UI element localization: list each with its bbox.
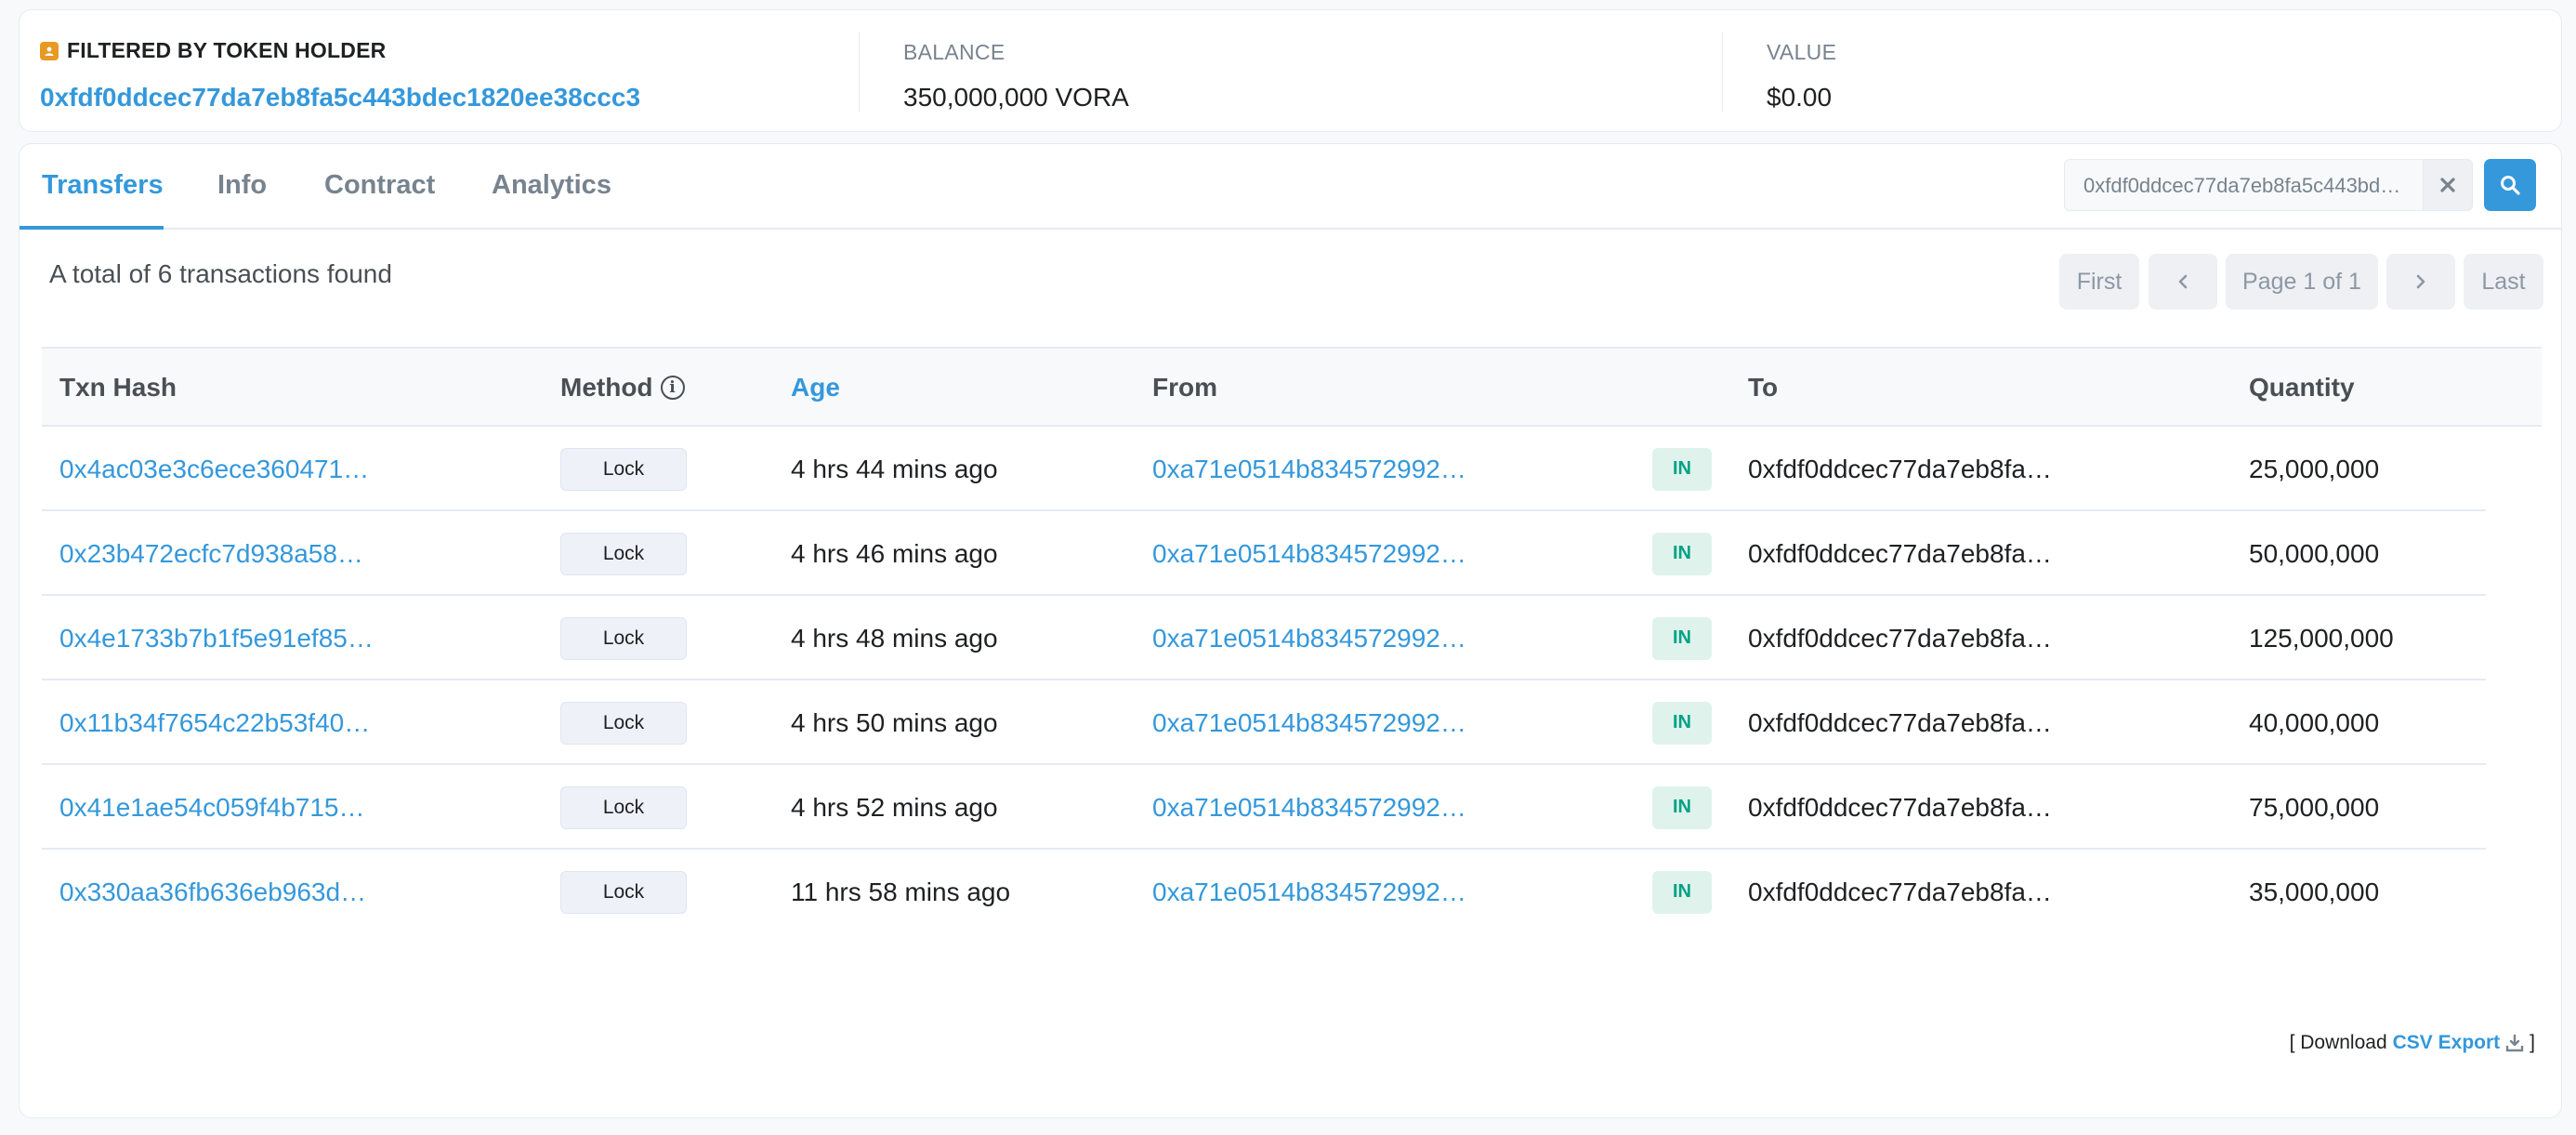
summary-divider xyxy=(859,33,860,112)
age-cell: 4 hrs 46 mins ago xyxy=(791,538,998,568)
quantity-cell: 50,000,000 xyxy=(2249,538,2380,568)
from-address-link[interactable]: 0xa71e0514b834572992… xyxy=(1152,793,1466,823)
header-quantity: Quantity xyxy=(2249,373,2355,402)
direction-badge: IN xyxy=(1652,701,1712,745)
from-address-link[interactable]: 0xa71e0514b834572992… xyxy=(1152,708,1466,738)
table-row: 0x23b472ecfc7d938a58… Lock 4 hrs 46 mins a… xyxy=(42,511,2486,596)
balance-column: BALANCE 350,000,000 VORA xyxy=(903,10,1740,131)
tab-info[interactable]: Info xyxy=(217,170,267,201)
header-age[interactable]: Age xyxy=(791,373,840,403)
chevron-left-icon xyxy=(2178,274,2188,289)
csv-export-link[interactable]: CSV Export xyxy=(2393,1032,2501,1054)
search-button[interactable] xyxy=(2484,159,2536,211)
quantity-cell: 125,000,000 xyxy=(2249,623,2394,653)
txn-hash-link[interactable]: 0x23b472ecfc7d938a58… xyxy=(59,539,363,569)
quantity-cell: 75,000,000 xyxy=(2249,792,2380,822)
tab-contract[interactable]: Contract xyxy=(324,170,435,201)
method-badge: Lock xyxy=(560,447,687,491)
csv-suffix: ] xyxy=(2530,1032,2535,1053)
info-icon[interactable]: i xyxy=(660,376,685,400)
table-header: Txn Hash Method i Age From To Quantity xyxy=(42,347,2542,427)
address-filter-input[interactable]: 0xfdf0ddcec77da7eb8fa5c443bdec1820ee38cc… xyxy=(2064,159,2423,211)
quantity-cell: 25,000,000 xyxy=(2249,454,2380,483)
to-address: 0xfdf0ddcec77da7eb8fa… xyxy=(1748,792,2052,822)
table-row: 0x41e1ae54c059f4b715… Lock 4 hrs 52 mins a… xyxy=(42,765,2486,850)
value-column: VALUE $0.00 xyxy=(1767,10,2510,131)
method-badge: Lock xyxy=(560,532,687,575)
age-cell: 4 hrs 50 mins ago xyxy=(791,707,998,737)
txn-hash-link[interactable]: 0x4e1733b7b1f5e91ef85… xyxy=(59,624,374,653)
to-address: 0xfdf0ddcec77da7eb8fa… xyxy=(1748,877,2052,906)
from-address-link[interactable]: 0xa71e0514b834572992… xyxy=(1152,624,1466,653)
value-label: VALUE xyxy=(1767,40,1837,64)
header-from: From xyxy=(1152,373,1217,402)
balance-value: 350,000,000 VORA xyxy=(903,83,1129,112)
next-page-button[interactable] xyxy=(2386,254,2455,310)
table-row: 0x4e1733b7b1f5e91ef85… Lock 4 hrs 48 mins … xyxy=(42,596,2486,680)
method-badge: Lock xyxy=(560,701,687,745)
address-filter-group: 0xfdf0ddcec77da7eb8fa5c443bdec1820ee38cc… xyxy=(2064,159,2473,211)
csv-download: [ Download CSV Export ] xyxy=(2290,1032,2535,1054)
to-address: 0xfdf0ddcec77da7eb8fa… xyxy=(1748,623,2052,653)
method-badge: Lock xyxy=(560,785,687,829)
txn-hash-link[interactable]: 0x4ac03e3c6ece360471… xyxy=(59,455,369,484)
chevron-right-icon xyxy=(2416,274,2425,289)
holder-address-link[interactable]: 0xfdf0ddcec77da7eb8fa5c443bdec1820ee38cc… xyxy=(40,83,640,112)
method-badge: Lock xyxy=(560,616,687,660)
to-address: 0xfdf0ddcec77da7eb8fa… xyxy=(1748,707,2052,737)
age-cell: 4 hrs 48 mins ago xyxy=(791,623,998,653)
header-method-label: Method xyxy=(560,373,653,402)
to-address: 0xfdf0ddcec77da7eb8fa… xyxy=(1748,538,2052,568)
txn-hash-link[interactable]: 0x330aa36fb636eb963d… xyxy=(59,878,366,907)
txn-hash-link[interactable]: 0x11b34f7654c22b53f40… xyxy=(59,708,370,738)
age-cell: 4 hrs 44 mins ago xyxy=(791,454,998,483)
tab-transfers[interactable]: Transfers xyxy=(42,170,164,201)
last-page-button[interactable]: Last xyxy=(2464,254,2543,310)
search-icon xyxy=(2501,176,2520,195)
tab-analytics[interactable]: Analytics xyxy=(492,170,611,201)
direction-badge: IN xyxy=(1652,870,1712,914)
direction-badge: IN xyxy=(1652,785,1712,829)
method-badge: Lock xyxy=(560,870,687,914)
age-cell: 11 hrs 58 mins ago xyxy=(791,877,1011,906)
txn-hash-link[interactable]: 0x41e1ae54c059f4b715… xyxy=(59,793,365,823)
filter-title-text: FILTERED BY TOKEN HOLDER xyxy=(67,38,387,62)
tab-bar: Transfers Info Contract Analytics 0xfdf0… xyxy=(20,144,2561,230)
direction-badge: IN xyxy=(1652,532,1712,575)
from-address-link[interactable]: 0xa71e0514b834572992… xyxy=(1152,539,1466,569)
filter-title: FILTERED BY TOKEN HOLDER xyxy=(40,38,386,63)
csv-prefix: [ Download xyxy=(2289,1032,2387,1053)
summary-divider xyxy=(1722,33,1723,112)
header-txn-hash: Txn Hash xyxy=(59,373,177,402)
header-method: Method i xyxy=(560,373,685,403)
to-address: 0xfdf0ddcec77da7eb8fa… xyxy=(1748,454,2052,483)
close-icon xyxy=(2440,178,2455,192)
balance-label: BALANCE xyxy=(903,40,1005,64)
direction-badge: IN xyxy=(1652,447,1712,491)
first-page-button[interactable]: First xyxy=(2059,254,2139,310)
token-holder-summary: FILTERED BY TOKEN HOLDER 0xfdf0ddcec77da… xyxy=(19,9,2562,132)
table-row: 0x330aa36fb636eb963d… Lock 11 hrs 58 mins … xyxy=(42,850,2486,934)
quantity-cell: 35,000,000 xyxy=(2249,877,2380,906)
download-icon[interactable] xyxy=(2505,1034,2524,1052)
page-indicator: Page 1 of 1 xyxy=(2226,254,2378,310)
from-address-link[interactable]: 0xa71e0514b834572992… xyxy=(1152,878,1466,907)
table-row: 0x11b34f7654c22b53f40… Lock 4 hrs 50 mins … xyxy=(42,680,2486,765)
age-cell: 4 hrs 52 mins ago xyxy=(791,792,998,822)
quantity-cell: 40,000,000 xyxy=(2249,707,2380,737)
user-badge-icon xyxy=(40,41,59,60)
active-tab-indicator xyxy=(20,226,164,230)
prev-page-button[interactable] xyxy=(2149,254,2217,310)
transfers-card: Transfers Info Contract Analytics 0xfdf0… xyxy=(19,143,2562,1118)
total-transactions-text: A total of 6 transactions found xyxy=(49,259,392,288)
table-row: 0x4ac03e3c6ece360471… Lock 4 hrs 44 mins a… xyxy=(42,427,2486,511)
from-address-link[interactable]: 0xa71e0514b834572992… xyxy=(1152,455,1466,484)
direction-badge: IN xyxy=(1652,616,1712,660)
clear-filter-button[interactable] xyxy=(2423,159,2473,211)
header-to: To xyxy=(1748,373,1779,402)
holder-column: FILTERED BY TOKEN HOLDER 0xfdf0ddcec77da… xyxy=(40,10,876,131)
value-amount: $0.00 xyxy=(1767,83,1833,112)
